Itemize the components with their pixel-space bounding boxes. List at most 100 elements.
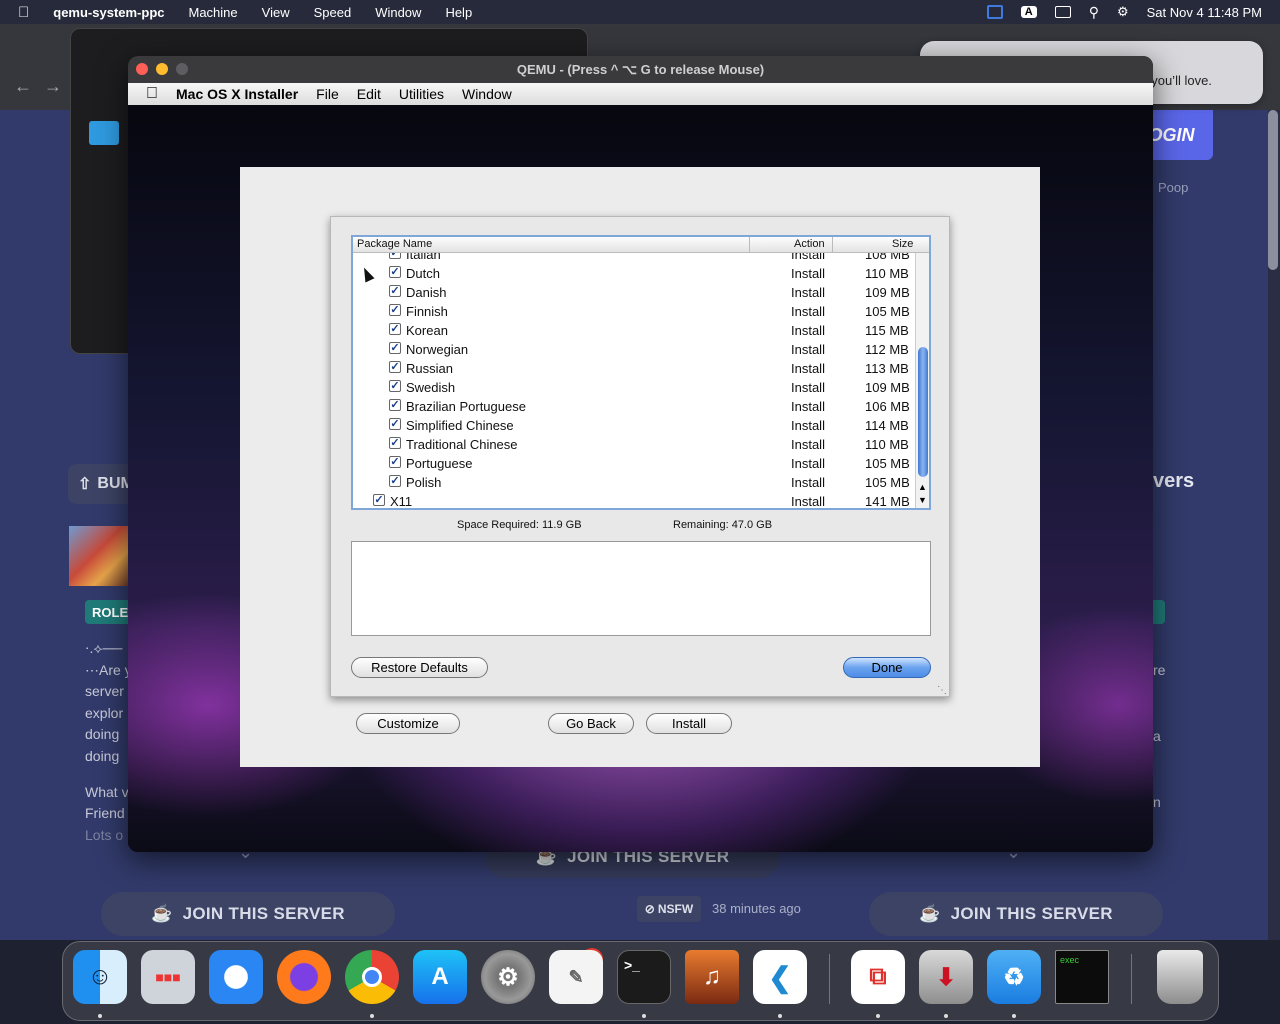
- scroll-thumb[interactable]: [918, 347, 928, 477]
- col-package-name[interactable]: Package Name: [357, 238, 432, 250]
- close-button[interactable]: [136, 63, 148, 75]
- menu-view[interactable]: View: [250, 5, 302, 20]
- package-row[interactable]: ✓ Portuguese Install 105 MB: [353, 454, 915, 473]
- package-row[interactable]: ✓ Russian Install 113 MB: [353, 359, 915, 378]
- package-row[interactable]: ✓ Simplified Chinese Install 114 MB: [353, 416, 915, 435]
- package-checkbox[interactable]: ✓: [373, 494, 385, 506]
- input-source-icon[interactable]: A: [1020, 6, 1037, 18]
- chrome-icon[interactable]: [345, 950, 399, 1004]
- package-size: 105 MB: [865, 456, 910, 471]
- package-rows: ✓ Italian Install 108 MB ✓ Dutch Install 110 MB…: [353, 253, 915, 508]
- minimize-button[interactable]: [156, 63, 168, 75]
- apple-menu-icon[interactable]: : [0, 4, 41, 21]
- join-server-button[interactable]: ☕ JOIN THIS SERVER: [101, 892, 395, 936]
- menu-window[interactable]: Window: [363, 5, 433, 20]
- restore-defaults-button[interactable]: Restore Defaults: [351, 657, 488, 678]
- guest-menu-utilities[interactable]: Utilities: [390, 86, 453, 102]
- screen-sharing-icon[interactable]: ⧉: [851, 950, 905, 1004]
- guest-menu-edit[interactable]: Edit: [348, 86, 390, 102]
- textedit-icon[interactable]: ✎: [549, 950, 603, 1004]
- back-icon[interactable]: ←: [14, 76, 32, 97]
- package-checkbox[interactable]: ✓: [389, 304, 401, 316]
- package-row[interactable]: ✓ Italian Install 108 MB: [353, 253, 915, 264]
- garageband-icon[interactable]: ♫: [685, 950, 739, 1004]
- package-checkbox[interactable]: ✓: [389, 266, 401, 278]
- package-row[interactable]: ✓ X11 Install 141 MB: [353, 492, 915, 508]
- package-checkbox[interactable]: ✓: [389, 361, 401, 373]
- join-server-button[interactable]: ☕ JOIN THIS SERVER: [869, 892, 1163, 936]
- package-checkbox[interactable]: ✓: [389, 418, 401, 430]
- package-checkbox[interactable]: ✓: [389, 285, 401, 297]
- app-store-icon[interactable]: A: [413, 950, 467, 1004]
- guest-menu-file[interactable]: File: [307, 86, 348, 102]
- customize-button[interactable]: Customize: [356, 713, 460, 734]
- package-row[interactable]: ✓ Traditional Chinese Install 110 MB: [353, 435, 915, 454]
- scrollbar[interactable]: [1268, 110, 1278, 270]
- launchpad-icon[interactable]: ■■■: [141, 950, 195, 1004]
- dock: ☺ ■■■ ➤ A ⚙ 2 ✎ >_ ♫ ❮ ⧉ ⬇ ♻ exec: [62, 941, 1219, 1021]
- package-checkbox[interactable]: ✓: [389, 342, 401, 354]
- col-size[interactable]: Size: [892, 238, 913, 250]
- vertical-scrollbar[interactable]: ▲ ▼: [915, 253, 929, 508]
- vscode-icon[interactable]: ❮: [753, 950, 807, 1004]
- menu-help[interactable]: Help: [433, 5, 484, 20]
- menu-app-name[interactable]: qemu-system-ppc: [41, 5, 176, 20]
- package-name: X11: [390, 494, 413, 508]
- scroll-down-arrow-icon[interactable]: ▼: [918, 495, 927, 505]
- exec-window-icon[interactable]: exec: [1055, 950, 1109, 1004]
- desc-line: Lots o: [85, 826, 124, 843]
- package-row[interactable]: ✓ Brazilian Portuguese Install 106 MB: [353, 397, 915, 416]
- package-checkbox[interactable]: ✓: [389, 399, 401, 411]
- install-button[interactable]: Install: [646, 713, 732, 734]
- window-icon[interactable]: [1054, 6, 1071, 18]
- package-row[interactable]: ✓ Dutch Install 110 MB: [353, 264, 915, 283]
- package-size: 108 MB: [865, 253, 910, 262]
- go-back-button[interactable]: Go Back: [548, 713, 634, 734]
- package-name: Portuguese: [406, 456, 473, 471]
- menu-machine[interactable]: Machine: [177, 5, 250, 20]
- forward-icon[interactable]: →: [44, 76, 62, 97]
- package-row[interactable]: ✓ Norwegian Install 112 MB: [353, 340, 915, 359]
- package-row[interactable]: ✓ Danish Install 109 MB: [353, 283, 915, 302]
- qemu-title-bar[interactable]: QEMU - (Press ^ ⌥ G to release Mouse): [128, 56, 1153, 83]
- search-icon[interactable]: ⚲: [1089, 4, 1099, 21]
- folder-icon[interactable]: [89, 121, 119, 145]
- bump-button[interactable]: ⇧ BUM: [68, 464, 134, 504]
- menubar-clock[interactable]: Sat Nov 4 11:48 PM: [1147, 5, 1262, 20]
- finder-icon[interactable]: ☺: [73, 950, 127, 1004]
- trash-icon[interactable]: [1157, 950, 1203, 1004]
- package-checkbox[interactable]: ✓: [389, 323, 401, 335]
- guest-menu-window[interactable]: Window: [453, 86, 521, 102]
- guest-desktop: Customize Go Back Install Package Name A…: [128, 105, 1153, 852]
- guest-menu-app[interactable]: Mac OS X Installer: [167, 86, 307, 102]
- package-row[interactable]: ✓ Finnish Install 105 MB: [353, 302, 915, 321]
- package-checkbox[interactable]: ✓: [389, 437, 401, 449]
- done-button[interactable]: Done: [843, 657, 931, 678]
- desc-right: n: [1153, 794, 1161, 810]
- keynote-icon[interactable]: ♻: [987, 950, 1041, 1004]
- package-table[interactable]: Package Name Action Size ✓ Italian Install…: [351, 235, 931, 510]
- installer-download-icon[interactable]: ⬇: [919, 950, 973, 1004]
- scroll-up-arrow-icon[interactable]: ▲: [918, 482, 927, 492]
- resize-grip-icon[interactable]: ⋱: [937, 685, 947, 696]
- system-settings-icon[interactable]: ⚙: [481, 950, 535, 1004]
- terminal-icon[interactable]: >_: [617, 950, 671, 1004]
- safari-icon[interactable]: ➤: [209, 950, 263, 1004]
- package-checkbox[interactable]: ✓: [389, 253, 401, 259]
- package-checkbox[interactable]: ✓: [389, 456, 401, 468]
- col-action[interactable]: Action: [794, 238, 825, 250]
- screen-share-icon[interactable]: [986, 5, 1003, 19]
- package-row[interactable]: ✓ Swedish Install 109 MB: [353, 378, 915, 397]
- package-row[interactable]: ✓ Polish Install 105 MB: [353, 473, 915, 492]
- package-name: Danish: [406, 285, 447, 300]
- zoom-button[interactable]: [176, 63, 188, 75]
- menu-speed[interactable]: Speed: [302, 5, 364, 20]
- guest-apple-icon[interactable]: : [128, 85, 167, 103]
- firefox-icon[interactable]: [277, 950, 331, 1004]
- control-center-icon[interactable]: ⚙: [1117, 4, 1129, 20]
- package-checkbox[interactable]: ✓: [389, 475, 401, 487]
- server-banner-image: [69, 526, 129, 586]
- package-row[interactable]: ✓ Korean Install 115 MB: [353, 321, 915, 340]
- package-checkbox[interactable]: ✓: [389, 380, 401, 392]
- package-action: Install: [791, 494, 825, 508]
